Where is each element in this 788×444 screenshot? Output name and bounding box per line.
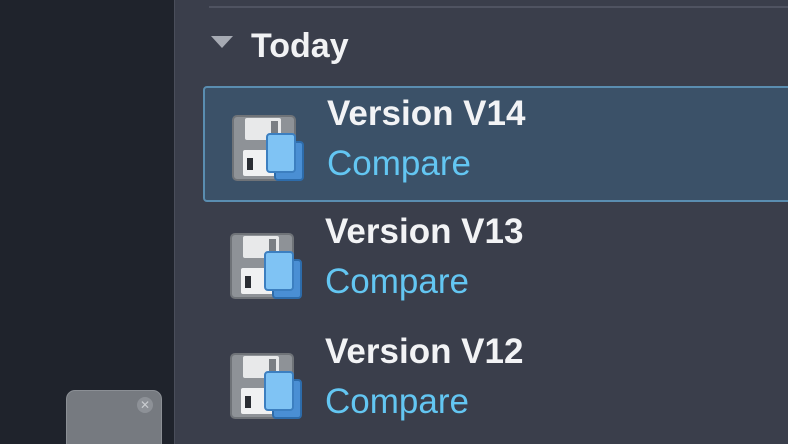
close-icon[interactable]: ✕ xyxy=(137,397,153,413)
version-title: Version V13 xyxy=(325,212,524,251)
group-header-today[interactable]: Today xyxy=(211,24,349,68)
left-side-strip: ✕ xyxy=(0,0,174,444)
save-copy-icon xyxy=(232,115,304,181)
compare-link[interactable]: Compare xyxy=(325,262,469,302)
version-title: Version V14 xyxy=(327,94,526,133)
version-title: Version V12 xyxy=(325,332,524,371)
mini-panel[interactable]: ✕ xyxy=(66,390,162,444)
divider xyxy=(209,6,788,8)
version-row[interactable]: Version V14 Compare xyxy=(203,86,788,202)
version-row[interactable]: Version V12 Compare xyxy=(203,326,788,442)
save-copy-icon xyxy=(230,233,302,299)
compare-link[interactable]: Compare xyxy=(325,382,469,422)
group-title: Today xyxy=(251,26,349,65)
compare-link[interactable]: Compare xyxy=(327,144,471,184)
save-copy-icon xyxy=(230,353,302,419)
version-row[interactable]: Version V13 Compare xyxy=(203,206,788,322)
version-history-panel: Today Version V14 Compare Version V13 Co… xyxy=(174,0,788,444)
triangle-down-icon[interactable] xyxy=(211,36,233,48)
